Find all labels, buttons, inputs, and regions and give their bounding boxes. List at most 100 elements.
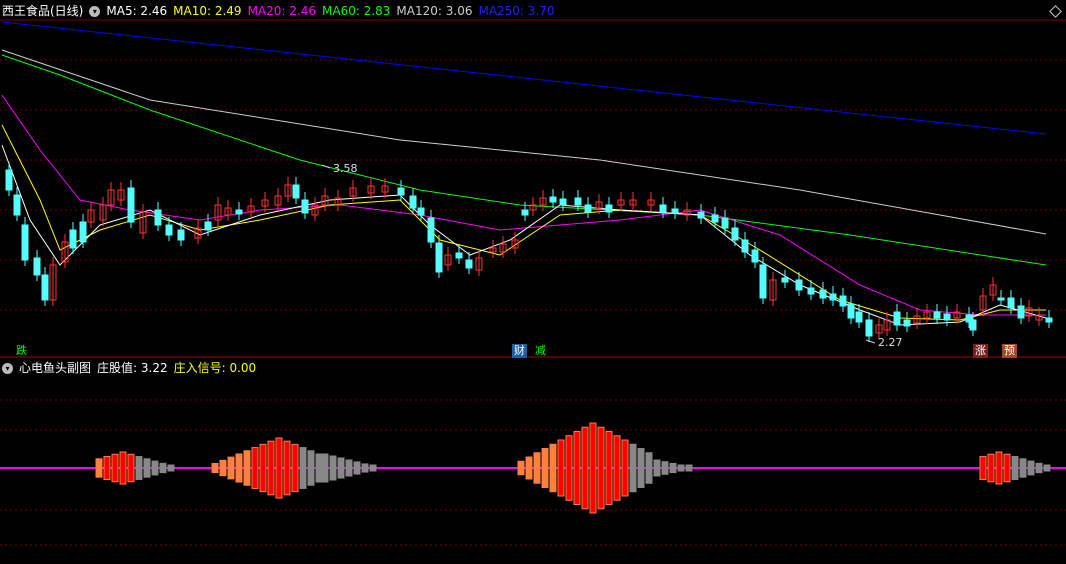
candle-body — [584, 204, 592, 213]
fish-bar — [533, 452, 541, 484]
chart-canvas[interactable]: 3.58 2.27 — [0, 0, 1066, 564]
fish-bar — [329, 455, 337, 481]
fish-bar — [645, 452, 653, 484]
fish-bar — [573, 431, 581, 505]
candle-body — [855, 311, 863, 323]
ma250-label: MA250: 3.70 — [478, 4, 555, 18]
candle-body — [829, 293, 837, 301]
candle-body — [839, 295, 847, 307]
candle-body — [292, 184, 300, 199]
high-marker-label: 3.58 — [333, 162, 358, 175]
candle-body — [41, 274, 49, 301]
candle-body — [731, 227, 739, 241]
low-marker-label: 2.27 — [878, 336, 903, 349]
zhuanggu-value: 庄股值: 3.22 — [97, 361, 168, 375]
candle-body — [1007, 297, 1015, 309]
stock-title: 西王食品(日线) — [2, 4, 84, 18]
fish-bar — [541, 448, 549, 488]
candle-body — [697, 211, 705, 219]
fish-bar — [549, 443, 557, 493]
fish-bar — [337, 457, 345, 479]
candle-body — [521, 209, 529, 216]
candle-body — [1017, 305, 1025, 319]
fish-bar — [653, 459, 661, 477]
candle-body — [943, 313, 951, 321]
ma250-line — [1, 21, 1047, 135]
fish-bar — [677, 464, 685, 472]
fish-bar — [275, 437, 283, 499]
fish-bar — [1035, 462, 1043, 474]
candle-body — [893, 311, 901, 326]
sub-indicator-toggle-icon[interactable]: ▾ — [2, 362, 13, 374]
fish-bar — [557, 439, 565, 497]
fish-bar — [1003, 453, 1011, 483]
ma60-line — [1, 54, 1047, 266]
fish-bar — [597, 426, 605, 510]
tag-zhang[interactable]: 涨 — [973, 344, 988, 358]
indicator-toggle-icon[interactable]: ▾ — [89, 5, 101, 17]
fish-bar — [267, 440, 275, 496]
fish-bar — [159, 462, 167, 474]
candle-body — [781, 277, 789, 283]
fish-bar — [369, 464, 377, 472]
fish-bar — [613, 435, 621, 501]
tag-die[interactable]: 跌 — [14, 344, 29, 358]
candle-body — [751, 249, 759, 263]
fish-bar — [321, 453, 329, 483]
candle-body — [455, 252, 463, 259]
candle-body — [659, 204, 667, 213]
fish-bar — [135, 456, 143, 480]
candle-body — [5, 169, 13, 191]
fish-bar — [987, 453, 995, 483]
fish-bar — [119, 451, 127, 485]
fish-bar — [307, 450, 315, 486]
candle-body — [711, 214, 719, 223]
candle-body — [847, 303, 855, 319]
ma20-label: MA20: 2.46 — [247, 4, 316, 18]
fish-bar — [581, 426, 589, 510]
fish-bar — [95, 458, 103, 478]
fish-bar — [291, 443, 299, 493]
fish-bar — [685, 464, 693, 472]
candle-body — [865, 319, 873, 337]
candle-body — [397, 187, 405, 196]
candle-body — [427, 217, 435, 243]
candle-body — [465, 259, 473, 269]
candle-body — [79, 221, 87, 243]
fish-bar — [1011, 456, 1019, 480]
candle-body — [301, 199, 309, 214]
fish-bar — [353, 461, 361, 475]
fish-bar — [1027, 460, 1035, 476]
tag-cai[interactable]: 财 — [512, 344, 527, 358]
fish-bar — [103, 456, 111, 480]
candle-body — [574, 197, 582, 206]
candle-body — [671, 208, 679, 214]
tag-jian[interactable]: 减 — [533, 344, 548, 358]
fish-bar — [299, 447, 307, 489]
fish-bar — [1019, 458, 1027, 478]
fish-bar — [259, 443, 267, 493]
sub-panel-header: ▾ 心电鱼头副图 庄股值: 3.22 庄入信号: 0.00 — [2, 360, 256, 376]
fish-bar — [525, 456, 533, 480]
candle-body — [721, 217, 729, 229]
candle-body — [807, 287, 815, 295]
candle-body — [559, 198, 567, 206]
candle-body — [933, 311, 941, 319]
ma60-label: MA60: 2.83 — [322, 4, 391, 18]
ma5-label: MA5: 2.46 — [106, 4, 168, 18]
fish-bar — [661, 461, 669, 475]
candle-body — [204, 221, 212, 231]
candle-body — [819, 289, 827, 299]
candle-body — [69, 229, 77, 249]
main-panel-header: 西王食品(日线) ▾ MA5: 2.46 MA10: 2.49 MA20: 2.… — [2, 3, 555, 19]
fish-bar — [637, 448, 645, 488]
candle-body — [21, 224, 29, 261]
candle-body — [417, 207, 425, 216]
tag-yu[interactable]: 预 — [1002, 344, 1017, 358]
candle-body — [409, 195, 417, 209]
candle-body — [795, 279, 803, 291]
candle-body — [235, 209, 243, 215]
fish-bar — [979, 456, 987, 480]
fish-bar — [251, 447, 259, 489]
candle-body — [177, 229, 185, 241]
